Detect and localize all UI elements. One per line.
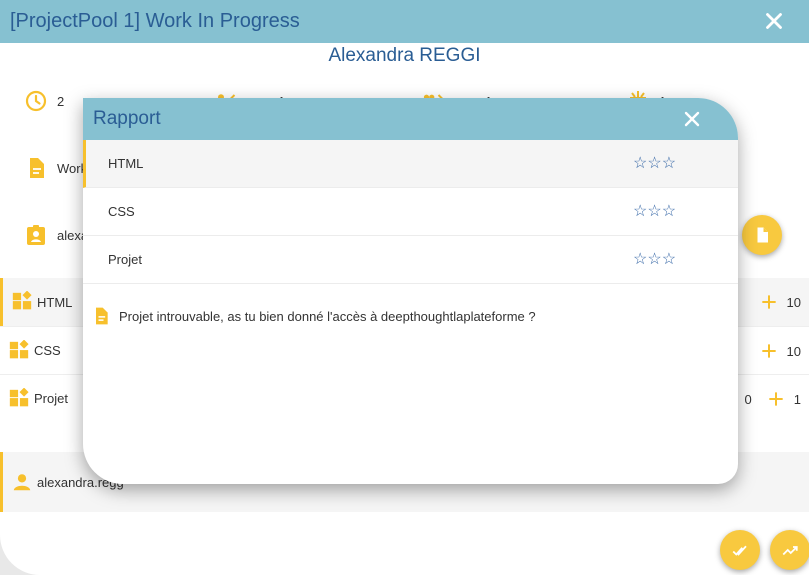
document-icon xyxy=(30,158,44,178)
person-icon xyxy=(13,474,31,491)
document-icon xyxy=(757,227,768,243)
report-dialog: Rapport HTML ☆☆☆ CSS ☆☆☆ Projet ☆☆☆ Proj… xyxy=(83,98,738,484)
project-type-stat: Work xyxy=(24,156,87,180)
list-item-value: 1 xyxy=(793,391,801,407)
clock-icon xyxy=(25,90,47,112)
add-icon[interactable] xyxy=(759,341,779,361)
list-item-actions: 0 1 xyxy=(745,389,801,409)
list-item-value: 10 xyxy=(786,343,801,359)
badge-icon xyxy=(27,225,45,245)
owner-stat: alexa xyxy=(24,223,88,247)
time-stat: 2 xyxy=(24,89,64,113)
skill-name: HTML xyxy=(108,156,144,171)
validate-button[interactable] xyxy=(720,530,760,570)
list-item-actions: 10 xyxy=(759,292,801,312)
widgets-icon xyxy=(12,291,32,310)
skill-name: Projet xyxy=(108,252,142,267)
list-item-secondary-value: 0 xyxy=(744,391,752,407)
star-rating[interactable]: ☆☆☆ xyxy=(633,201,676,221)
window-title: [ProjectPool 1] Work In Progress xyxy=(10,10,300,32)
list-item-label: Projet xyxy=(34,391,68,406)
add-icon[interactable] xyxy=(759,292,779,312)
dialog-header: Rapport xyxy=(83,98,738,140)
add-icon[interactable] xyxy=(766,389,786,409)
window-header: [ProjectPool 1] Work In Progress xyxy=(0,0,809,43)
skill-row-projet: Projet ☆☆☆ xyxy=(83,236,738,284)
list-item-actions: 10 xyxy=(759,341,801,361)
document-icon xyxy=(96,307,108,325)
close-icon[interactable] xyxy=(761,8,787,34)
trending-up-icon xyxy=(782,546,798,556)
skill-row-html: HTML ☆☆☆ xyxy=(83,140,738,188)
student-name: Alexandra REGGI xyxy=(328,45,481,66)
star-rating[interactable]: ☆☆☆ xyxy=(633,153,676,173)
star-rating[interactable]: ☆☆☆ xyxy=(633,249,676,269)
list-item-label: CSS xyxy=(34,343,61,358)
widgets-icon xyxy=(9,339,29,358)
list-item-value: 10 xyxy=(786,294,801,310)
time-value: 2 xyxy=(57,93,65,109)
check-icon xyxy=(732,545,747,556)
stats-button[interactable] xyxy=(770,530,809,570)
list-item-label: HTML xyxy=(37,294,73,310)
dialog-title: Rapport xyxy=(93,108,161,129)
close-icon[interactable] xyxy=(680,107,704,131)
skill-name: CSS xyxy=(108,204,135,219)
widgets-icon xyxy=(9,387,29,406)
skill-row-css: CSS ☆☆☆ xyxy=(83,188,738,236)
report-message: Projet introuvable, as tu bien donné l'a… xyxy=(91,306,536,326)
report-button[interactable] xyxy=(742,215,782,255)
report-message-text: Projet introuvable, as tu bien donné l'a… xyxy=(119,308,536,324)
